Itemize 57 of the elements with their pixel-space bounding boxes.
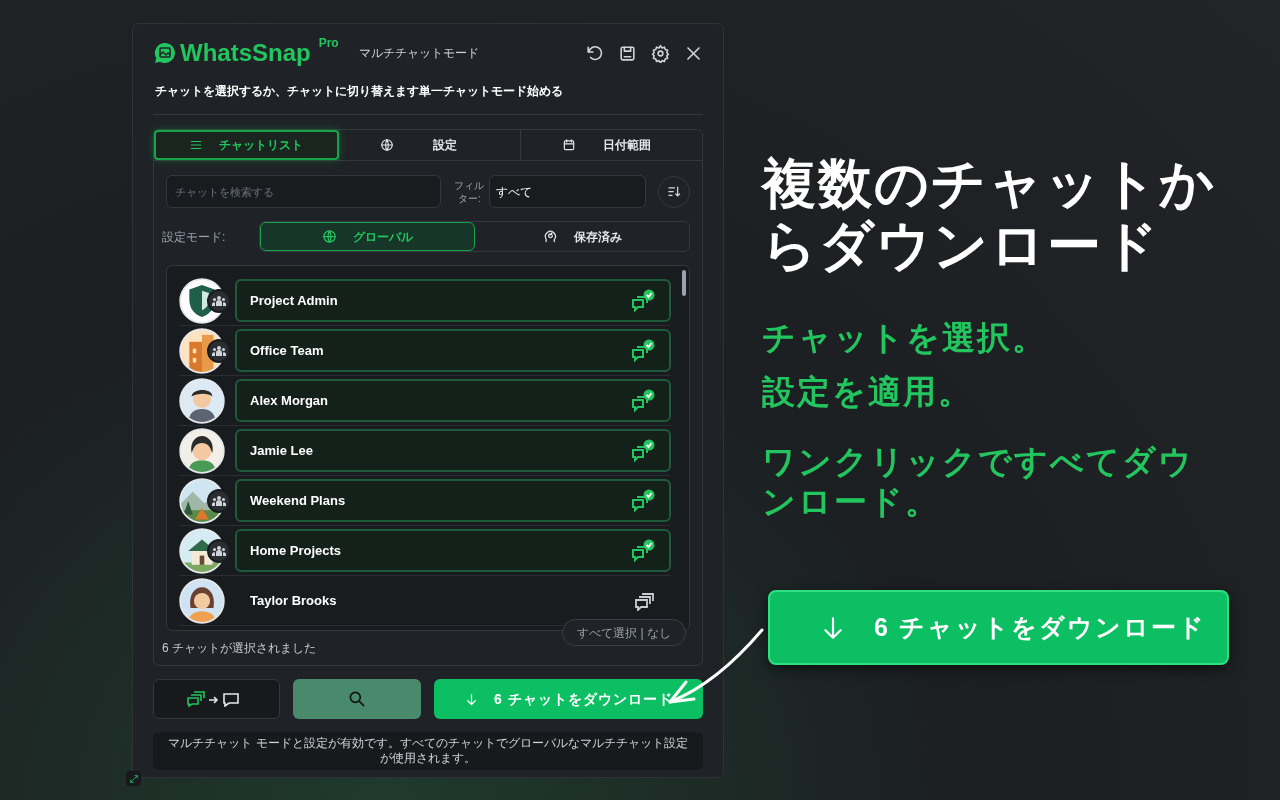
selected-count-text: 6 チャットが選択されました — [162, 640, 316, 657]
chat-item[interactable]: Project Admin — [235, 279, 671, 322]
select-all-button[interactable]: すべて選択 | なし — [562, 619, 686, 646]
switch-mode-button[interactable] — [153, 679, 281, 719]
expand-button[interactable] — [126, 771, 141, 786]
sort-icon — [666, 184, 682, 199]
chats-icon — [634, 590, 656, 611]
settings-icon — [651, 43, 670, 63]
search-button[interactable] — [293, 679, 422, 719]
tagline: ワンクリックですべてダウンロード。 — [762, 442, 1195, 522]
pro-label: Pro — [318, 35, 339, 52]
mode-label: マルチチャットモード — [358, 45, 479, 62]
group-icon — [212, 544, 226, 557]
chat-check-icon — [630, 538, 656, 563]
chat-item[interactable]: Taylor Brooks — [235, 579, 671, 622]
expand-icon — [128, 773, 139, 784]
undo-icon — [585, 43, 604, 63]
search-field[interactable]: チャットを検索する — [166, 175, 442, 208]
tab[interactable]: 設定 — [338, 130, 521, 160]
chat-check-icon — [630, 438, 656, 463]
settings-mode-label: 設定モード: — [162, 228, 227, 246]
mode-option[interactable]: グローバル — [259, 222, 476, 251]
chat-check-icon — [630, 288, 656, 313]
group-icon — [212, 294, 226, 307]
chat-item[interactable]: Home Projects — [235, 529, 671, 572]
group-icon — [212, 494, 226, 507]
filter-dropdown[interactable]: すべて — [489, 175, 647, 208]
instruction-text: チャットを選択するか、チャットに切り替えます単一チャットモード始める — [155, 83, 564, 100]
scrollbar-thumb[interactable] — [682, 270, 686, 296]
chat-picture-logo-icon — [153, 41, 177, 65]
menu-icon — [189, 138, 204, 152]
group-icon — [212, 344, 226, 357]
tagline: チャットを選択。 — [762, 318, 1048, 358]
settings-button[interactable] — [651, 43, 670, 63]
globe-icon — [321, 229, 337, 244]
chat-check-icon — [630, 338, 656, 363]
globe-icon — [380, 138, 394, 152]
filter-label: フィルター: — [453, 178, 486, 205]
undo-button[interactable] — [585, 43, 604, 63]
save-icon — [618, 43, 637, 63]
chat-check-icon — [630, 488, 656, 513]
app-name: WhatsSnap — [180, 41, 311, 65]
calendar-icon — [561, 138, 576, 152]
tab[interactable]: チャットリスト — [154, 130, 339, 160]
info-text: マルチチャット モードと設定が有効です。すべてのチャットでグローバルなマルチチャット設定が使用されます。 — [153, 732, 703, 770]
tagline: 設定を適用。 — [762, 372, 974, 412]
save-button[interactable] — [618, 43, 637, 63]
avatar-icon — [179, 577, 225, 624]
head-refresh-icon — [542, 229, 558, 244]
chat-item[interactable]: Office Team — [235, 329, 671, 372]
chat-check-icon — [630, 388, 656, 413]
mode-option[interactable]: 保存済み — [475, 222, 689, 251]
tab[interactable]: 日付範囲 — [520, 130, 702, 160]
chat-item[interactable]: Jamie Lee — [235, 429, 671, 472]
headline: 複数のチャットからダウンロード — [762, 152, 1217, 276]
chat-item[interactable]: Alex Morgan — [235, 379, 671, 422]
chat-item[interactable]: Weekend Plans — [235, 479, 671, 522]
